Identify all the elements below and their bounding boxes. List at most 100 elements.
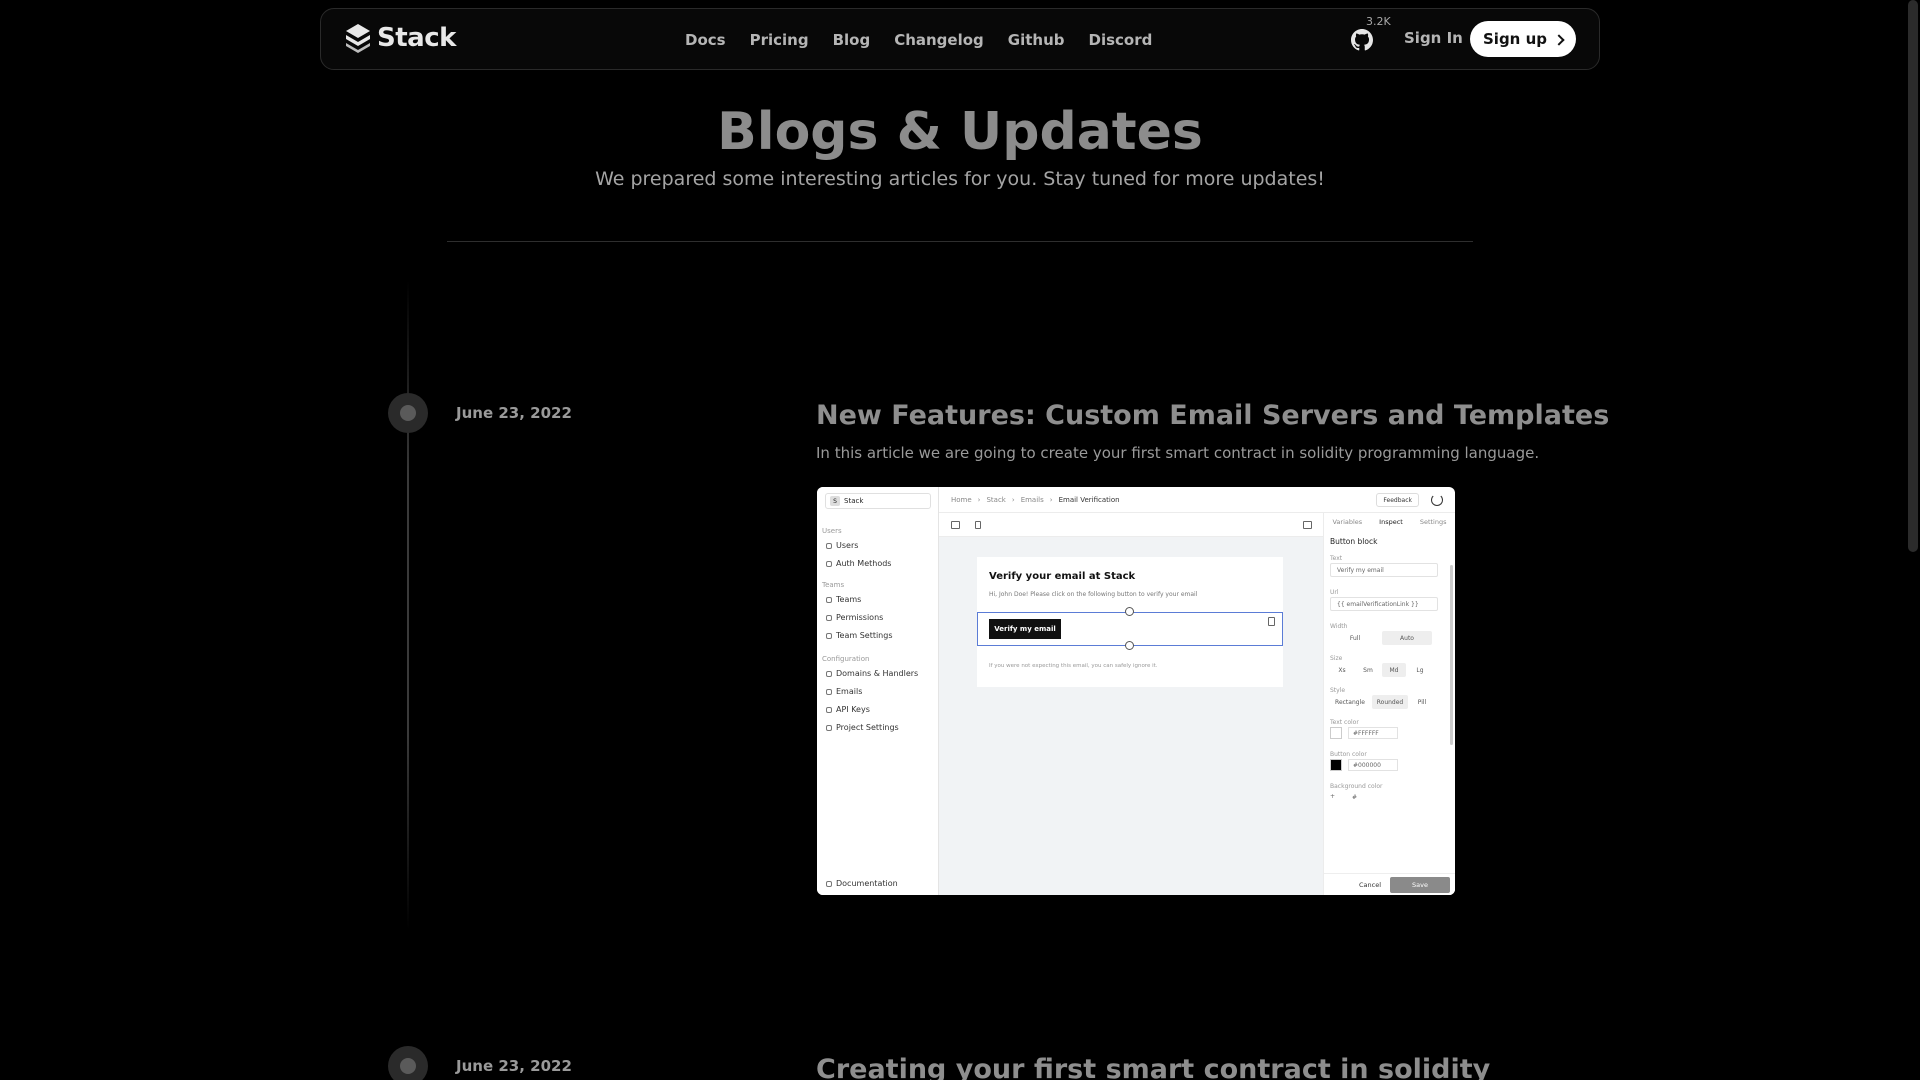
post-image[interactable]: S Stack Users Users Auth Methods Teams T…: [817, 487, 1455, 895]
github-stars-link[interactable]: 3.2K: [1351, 9, 1391, 71]
sign-in-link[interactable]: Sign In: [1404, 29, 1463, 47]
mock-label-bg-color: Background color: [1330, 783, 1383, 790]
mock-opt-rounded: Rounded: [1372, 695, 1408, 709]
mock-button-color-swatch: [1330, 759, 1342, 771]
mock-email-footer: If you were not expecting this email, yo…: [989, 663, 1158, 669]
mock-feedback-button: Feedback: [1376, 493, 1419, 507]
mock-item-auth-label: Auth Methods: [836, 559, 892, 568]
mock-crumb-emails: Emails: [1020, 495, 1044, 504]
mock-item-api-keys: API Keys: [826, 705, 870, 714]
shield-icon: [826, 560, 832, 567]
mock-sidebar: S Stack Users Users Auth Methods Teams T…: [817, 487, 939, 895]
book-icon: [826, 880, 832, 887]
mock-opt-lg: Lg: [1416, 666, 1424, 674]
mock-size-options: Xs Sm Md Lg: [1330, 663, 1432, 677]
chevron-right-icon: ›: [977, 495, 981, 504]
mock-label-button-color: Button color: [1330, 751, 1367, 758]
add-block-icon: [1125, 641, 1134, 650]
page-scrollbar[interactable]: [1904, 0, 1920, 1080]
mock-label-text-color: Text color: [1330, 719, 1359, 726]
mock-crumb-home: Home: [951, 495, 972, 504]
mock-opt-md: Md: [1382, 663, 1406, 677]
mock-tab-variables: Variables: [1332, 518, 1363, 526]
mock-crumb-project: Stack: [986, 495, 1006, 504]
mock-text-color-swatch: [1330, 727, 1342, 739]
mock-item-teams-label: Teams: [836, 595, 862, 604]
mock-panel-title: Button block: [1330, 537, 1378, 546]
mock-crumb-current: Email Verification: [1058, 495, 1120, 504]
mock-text-color-input: #FFFFFF: [1348, 727, 1398, 739]
page-title: Blogs & Updates: [717, 102, 1203, 162]
section-divider: [447, 241, 1473, 242]
mock-item-users-label: Users: [836, 541, 859, 550]
post-title[interactable]: Creating your first smart contract in so…: [816, 1054, 1490, 1080]
chevron-right-icon: ›: [1011, 495, 1015, 504]
brand-name: Stack: [377, 23, 456, 53]
nav-link-blog[interactable]: Blog: [833, 31, 871, 49]
mock-panel-footer: Cancel Save: [1324, 873, 1455, 895]
lock-icon: [826, 614, 832, 621]
mock-opt-rectangle: Rectangle: [1335, 698, 1365, 706]
mock-verify-button: Verify my email: [989, 619, 1061, 639]
user-icon: [826, 542, 832, 549]
mock-email-body: Hi, John Doe! Please click on the follow…: [989, 591, 1198, 598]
mock-save-button: Save: [1390, 877, 1450, 893]
nav-link-github[interactable]: Github: [1008, 31, 1065, 49]
stack-logo[interactable]: Stack: [345, 23, 456, 53]
mock-button-color-input: #000000: [1348, 759, 1398, 771]
nav-links: Docs Pricing Blog Changelog Github Disco…: [685, 9, 1176, 71]
mock-item-permissions: Permissions: [826, 613, 883, 622]
mock-label-width: Width: [1330, 623, 1348, 630]
nav-link-docs[interactable]: Docs: [685, 31, 726, 49]
settings-icon: [826, 632, 832, 639]
mock-panel-scrollbar: [1450, 565, 1453, 745]
link-icon: [826, 670, 832, 677]
stack-logo-icon: [346, 24, 370, 53]
mock-section-teams: Teams: [822, 581, 845, 589]
mock-item-domains-label: Domains & Handlers: [836, 669, 919, 678]
mock-item-emails: Emails: [826, 687, 862, 696]
post-date: June 23, 2022: [456, 1057, 572, 1075]
mock-item-project-settings-label: Project Settings: [836, 723, 899, 732]
nav-link-discord[interactable]: Discord: [1089, 31, 1153, 49]
post-date: June 23, 2022: [456, 404, 572, 422]
mock-input-text: Verify my email: [1330, 563, 1438, 577]
timeline-dot: [388, 393, 428, 433]
mail-icon: [826, 688, 832, 695]
sign-up-button[interactable]: Sign up: [1470, 21, 1576, 57]
mock-item-documentation-label: Documentation: [836, 879, 898, 888]
chevron-right-icon: ›: [1049, 495, 1053, 504]
mock-opt-xs: Xs: [1338, 666, 1346, 674]
page-subtitle: We prepared some interesting articles fo…: [595, 168, 1325, 190]
mock-opt-auto: Auto: [1382, 631, 1432, 645]
plus-icon: +: [1330, 793, 1336, 800]
mock-label-url: Url: [1330, 589, 1339, 596]
users-icon: [826, 596, 832, 603]
mock-item-emails-label: Emails: [836, 687, 863, 696]
mock-bg-color-input: #: [1352, 793, 1358, 801]
github-star-count: 3.2K: [1366, 15, 1391, 28]
mock-project-badge: S: [830, 496, 840, 506]
mock-item-auth: Auth Methods: [826, 559, 891, 568]
key-icon: [826, 706, 832, 713]
export-icon: [1303, 521, 1312, 529]
timeline-line: [407, 280, 409, 930]
mock-opt-pill: Pill: [1417, 698, 1427, 706]
mock-tab-settings: Settings: [1419, 518, 1447, 526]
nav-link-changelog[interactable]: Changelog: [894, 31, 984, 49]
mock-item-team-settings-label: Team Settings: [836, 631, 893, 640]
mock-section-users: Users: [822, 527, 842, 535]
nav-link-pricing[interactable]: Pricing: [750, 31, 809, 49]
post-title[interactable]: New Features: Custom Email Servers and T…: [816, 400, 1609, 431]
mock-opt-sm: Sm: [1363, 666, 1373, 674]
mock-item-project-settings: Project Settings: [826, 723, 899, 732]
gear-icon: [826, 724, 832, 731]
page-scrollbar-thumb[interactable]: [1908, 0, 1918, 552]
sign-up-label: Sign up: [1483, 30, 1547, 48]
mock-editor-toolbar: [939, 513, 1323, 537]
desktop-icon: [951, 521, 960, 529]
mock-item-teams: Teams: [826, 595, 861, 604]
mock-tab-inspect: Inspect: [1379, 518, 1403, 526]
timeline-dot: [388, 1046, 428, 1080]
mobile-icon: [975, 521, 981, 529]
